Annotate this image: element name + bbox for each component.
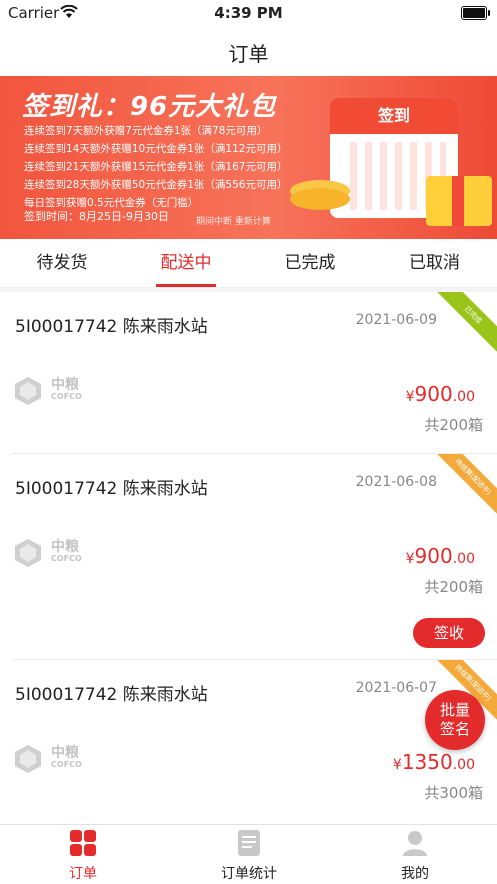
tab-completed[interactable]: 已完成 (248, 239, 372, 287)
banner-rule: 连续签到21天额外获赠15元代金券1张（满167元可用） (24, 161, 288, 173)
tabbar-orders[interactable]: 订单 (0, 825, 166, 884)
tab-in-delivery[interactable]: 配送中 (124, 239, 248, 287)
order-quantity: 共200箱 (424, 578, 483, 596)
tabbar-label: 订单 (69, 866, 97, 882)
cofco-logo-icon (15, 539, 41, 567)
fab-label-line2: 签名 (439, 720, 470, 738)
clock: 4:39 PM (214, 4, 283, 22)
order-date: 2021-06-08 (355, 474, 437, 490)
banner-rule: 连续签到28天额外获赠50元代金券1张（满556元可用） (24, 179, 288, 191)
tabbar-mine[interactable]: 我的 (332, 825, 497, 884)
order-card[interactable]: 5I00017742 陈来雨水站 2021-06-07 待结算(配送中) 中粮 … (0, 660, 497, 824)
order-list[interactable]: 5I00017742 陈来雨水站 2021-06-09 已完成 中粮 COFCO… (0, 292, 497, 824)
brand-logo: 中粮 COFCO (13, 536, 99, 572)
tab-label: 待发货 (36, 253, 88, 273)
grid-icon (70, 830, 96, 856)
banner-pager: 期间中断 重新计算 (196, 217, 271, 227)
banner-rules: 连续签到7天额外获赠7元代金券1张（满78元可用） 连续签到14天额外获赠10元… (24, 122, 287, 212)
page-title: 订单 (228, 42, 269, 66)
tab-label: 已取消 (409, 253, 460, 273)
batch-sign-button[interactable]: 批量 签名 (425, 690, 485, 750)
active-tab-indicator (156, 284, 216, 287)
order-id: 5I00017742 陈来雨水站 (15, 479, 208, 499)
bottom-tab-bar: 订单 订单统计 我的 (0, 824, 497, 884)
coins-icon (290, 188, 350, 210)
brand-logo: 中粮 COFCO (13, 742, 99, 778)
tabbar-order-stats[interactable]: 订单统计 (166, 825, 332, 884)
tab-label: 配送中 (160, 253, 212, 273)
order-price: ¥900.00 (405, 382, 475, 406)
tab-cancelled[interactable]: 已取消 (372, 239, 497, 287)
order-status-tabs: 待发货 配送中 已完成 已取消 (0, 239, 497, 288)
order-id: 5I00017742 陈来雨水站 (15, 685, 208, 705)
tabbar-label: 我的 (401, 866, 429, 882)
order-id: 5I00017742 陈来雨水站 (15, 317, 208, 337)
banner-rule: 连续签到14天额外获赠10元代金券1张（满112元可用） (24, 143, 288, 155)
order-date: 2021-06-09 (355, 312, 437, 328)
tabbar-label: 订单统计 (221, 866, 277, 882)
cofco-logo-icon (15, 377, 41, 405)
order-date: 2021-06-07 (355, 680, 437, 696)
person-icon (403, 831, 427, 856)
banner-date: 签到时间：8月25日-9月30日 (24, 210, 169, 223)
order-card[interactable]: 5I00017742 陈来雨水站 2021-06-09 已完成 中粮 COFCO… (0, 292, 497, 454)
status-ribbon: 待结算(配送中) (437, 454, 497, 514)
calendar-label: 签到 (330, 98, 458, 134)
nav-bar: 订单 (0, 26, 497, 76)
brand-logo: 中粮 COFCO (13, 374, 99, 410)
order-card[interactable]: 5I00017742 陈来雨水站 2021-06-08 待结算(配送中) 中粮 … (0, 454, 497, 660)
document-icon (238, 830, 260, 856)
status-ribbon: 已完成 (437, 292, 497, 352)
status-bar: Carrier 4:39 PM (0, 0, 497, 26)
banner-rule: 连续签到7天额外获赠7元代金券1张（满78元可用） (24, 125, 268, 137)
fab-label-line1: 批量 (439, 701, 470, 719)
order-price: ¥900.00 (405, 544, 475, 568)
battery-icon (461, 6, 490, 20)
sign-receipt-button[interactable]: 签收 (413, 618, 485, 648)
tab-label: 已完成 (284, 253, 336, 273)
promo-banner[interactable]: 签到礼：96元大礼包 连续签到7天额外获赠7元代金券1张（满78元可用） 连续签… (0, 76, 497, 239)
banner-title: 签到礼：96元大礼包 (22, 92, 277, 122)
order-quantity: 共200箱 (424, 416, 483, 434)
order-price: ¥1350.00 (392, 750, 475, 774)
cofco-logo-icon (15, 745, 41, 773)
gift-box-icon (426, 176, 492, 226)
order-quantity: 共300箱 (424, 784, 483, 802)
tab-pending-shipment[interactable]: 待发货 (0, 239, 124, 287)
